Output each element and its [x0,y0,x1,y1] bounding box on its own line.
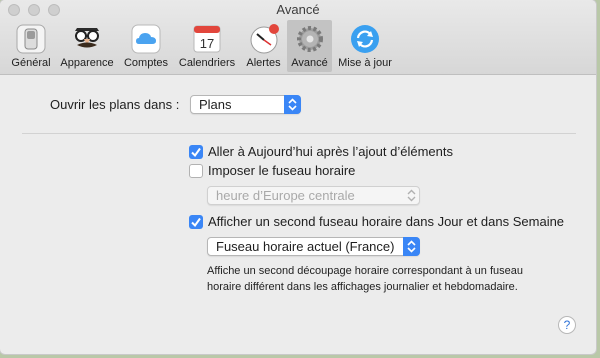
tab-update[interactable]: Mise à jour [334,20,396,72]
tab-general[interactable]: Général [7,20,55,72]
open-plans-label: Ouvrir les plans dans : [50,97,180,112]
tab-calendars[interactable]: 17 Calendriers [176,20,238,72]
window-title: Avancé [276,2,320,17]
tab-calendars-label: Calendriers [178,57,236,69]
tab-alerts[interactable]: Alertes [241,20,286,72]
checkmark-icon [191,217,201,228]
calendar-date: 17 [200,36,214,51]
goto-today-checkbox[interactable] [189,145,203,159]
gear-icon [296,26,323,52]
help-button[interactable]: ? [558,316,576,334]
second-timezone-value: Fuseau horaire actuel (France) [216,239,395,254]
tab-appearance-label: Apparence [60,57,114,69]
tab-appearance[interactable]: Apparence [58,20,116,72]
preferences-window: Avancé Général Apparence Comptes 17 Cale… [0,0,596,354]
switch-icon [16,24,46,54]
tab-alerts-label: Alertes [246,57,281,69]
select-arrows-icon [403,186,420,205]
calendar-icon: 17 [193,25,221,53]
second-timezone-description: Affiche un second découpage horaire corr… [207,263,523,295]
second-timezone-checkbox[interactable] [189,215,203,229]
tab-advanced-label: Avancé [291,57,328,69]
second-timezone-label: Afficher un second fuseau horaire dans J… [208,214,565,229]
select-arrows-icon [403,237,420,256]
disguise-glasses-icon [75,28,99,48]
clock-alert-icon [250,24,279,54]
goto-today-label: Aller à Aujourd’hui après l’ajout d’élém… [208,144,453,159]
separator [22,133,576,134]
open-plans-select[interactable]: Plans [190,95,301,114]
force-timezone-checkbox[interactable] [189,164,203,178]
description-line-2: horaire différent dans les affichages jo… [207,281,518,293]
checkmark-icon [191,147,201,158]
timezone-select[interactable]: heure d’Europe centrale [207,186,420,205]
tab-accounts-label: Comptes [123,57,169,69]
description-line-1: Affiche un second découpage horaire corr… [207,265,523,277]
toolbar: Avancé Général Apparence Comptes 17 Cale… [0,0,596,75]
tab-general-label: Général [11,57,51,69]
tab-update-label: Mise à jour [338,57,392,69]
second-timezone-select[interactable]: Fuseau horaire actuel (France) [207,237,420,256]
advanced-pane: Ouvrir les plans dans : Plans Aller à Au… [0,75,596,354]
timezone-value: heure d’Europe centrale [216,188,355,203]
open-plans-value: Plans [199,97,232,112]
tab-accounts[interactable]: Comptes [121,20,171,72]
refresh-icon [351,25,379,53]
select-arrows-icon [284,95,301,114]
tab-advanced[interactable]: Avancé [287,20,332,72]
icloud-icon [131,24,161,54]
force-timezone-label: Imposer le fuseau horaire [208,163,356,178]
